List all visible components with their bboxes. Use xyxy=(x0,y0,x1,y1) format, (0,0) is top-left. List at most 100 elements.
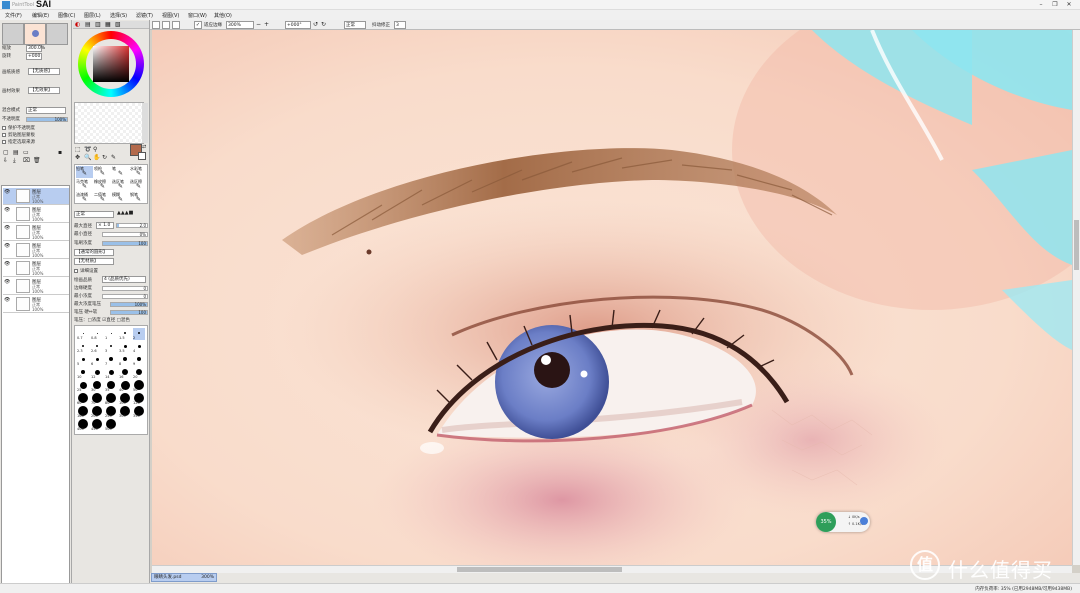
navigator-thumb-left[interactable] xyxy=(2,23,24,45)
swatches-tab-icon[interactable]: ▦ xyxy=(105,21,111,28)
brush-size-cell[interactable]: 2 xyxy=(133,328,145,340)
brush-size-cell[interactable]: 16 xyxy=(119,367,131,379)
visibility-eye-icon[interactable]: 👁 xyxy=(4,279,10,285)
brush-size-cell[interactable]: 350 xyxy=(133,406,145,418)
hand-icon[interactable]: ✋ xyxy=(93,154,100,161)
brush-size-cell[interactable]: 30 xyxy=(91,380,103,392)
tool-slot[interactable]: 水彩笔 ✎ xyxy=(130,166,147,178)
min-density-slider[interactable]: 0 xyxy=(102,294,148,299)
paper-texture-select[interactable]: 【无质感】 xyxy=(28,68,60,75)
brush-size-cell[interactable]: 60 xyxy=(77,393,89,405)
brush-size-cell[interactable]: 40 xyxy=(119,380,131,392)
max-pressure-slider[interactable]: 100% xyxy=(110,302,148,307)
brush-shape-select[interactable]: 【通常的圆形】 xyxy=(74,249,114,256)
layer-menu-icon[interactable]: ▪ xyxy=(58,149,62,156)
accelerate-icon[interactable] xyxy=(860,517,868,525)
layer-item[interactable]: 👁 图层 正常 100% xyxy=(3,188,69,205)
close-button[interactable]: ✕ xyxy=(1062,0,1076,10)
clear-layer-icon[interactable]: ⌧ xyxy=(23,157,30,164)
canvas-vertical-scrollbar[interactable] xyxy=(1072,30,1080,565)
protect-opacity-checkbox[interactable] xyxy=(2,126,6,130)
tool-slot[interactable]: 油漆桶 ✎ xyxy=(76,192,93,204)
tool-slot[interactable]: 选区笔 ✎ xyxy=(112,179,129,191)
canvas-blend-field[interactable]: 正常 xyxy=(344,21,366,29)
brush-size-cell[interactable]: 200 xyxy=(91,406,103,418)
tool-slot[interactable]: 马克笔 ✎ xyxy=(76,179,93,191)
menu-view[interactable]: 视图(V) xyxy=(162,12,179,19)
visibility-eye-icon[interactable]: 👁 xyxy=(4,297,10,303)
brush-size-cell[interactable]: 300 xyxy=(119,406,131,418)
zoom-in-icon[interactable]: + xyxy=(264,21,269,28)
brush-size-cell[interactable]: 160 xyxy=(77,406,89,418)
canvas-deselect-icon[interactable] xyxy=(162,21,170,29)
brush-size-cell[interactable]: 10 xyxy=(77,367,89,379)
eyedropper-icon[interactable]: ✎ xyxy=(111,154,116,161)
transfer-down-icon[interactable]: ⇩ xyxy=(3,157,8,164)
quality-select[interactable]: 4 (品质优先) xyxy=(102,276,146,283)
tool-slot[interactable]: 喷枪 ✎ xyxy=(94,166,111,178)
menu-window[interactable]: 窗口(W) xyxy=(188,12,207,19)
visibility-eye-icon[interactable]: 👁 xyxy=(4,225,10,231)
brush-size-cell[interactable]: 3 xyxy=(105,341,117,353)
layer-item[interactable]: 👁 图层 正常 100% xyxy=(3,260,69,277)
scratchpad[interactable] xyxy=(74,102,144,144)
tool-slot[interactable]: 橡皮擦 ✎ xyxy=(94,179,111,191)
tool-slot[interactable]: 选区擦 ✎ xyxy=(130,179,147,191)
brush-size-cell[interactable]: 3.5 xyxy=(119,341,131,353)
color-wheel[interactable] xyxy=(78,31,144,97)
zoom-value[interactable]: 300.0% xyxy=(26,45,45,52)
maximize-button[interactable]: ❐ xyxy=(1048,0,1062,10)
detail-settings-checkbox[interactable] xyxy=(74,269,78,273)
canvas-angle-field[interactable]: +000° xyxy=(285,21,311,29)
tool-slot[interactable]: 钢笔 ✎ xyxy=(130,192,147,204)
brush-texture-select[interactable]: 【无材质】 xyxy=(74,258,114,265)
brush-size-cell[interactable]: 120 xyxy=(133,393,145,405)
minimize-button[interactable]: – xyxy=(1034,0,1048,10)
brush-size-cell[interactable]: 25 xyxy=(77,380,89,392)
min-size-slider[interactable]: 0% xyxy=(102,232,148,237)
brush-size-cell[interactable]: 7 xyxy=(105,354,117,366)
navigator-preview[interactable] xyxy=(24,23,46,45)
menu-edit[interactable]: 编辑(E) xyxy=(32,12,49,19)
brush-size-cell[interactable]: 250 xyxy=(105,406,117,418)
max-size-multiplier[interactable]: × 1.0 xyxy=(96,222,114,229)
brush-size-cell[interactable]: 5 xyxy=(77,354,89,366)
menu-filter[interactable]: 滤镜(T) xyxy=(136,12,153,19)
brush-blend-select[interactable]: 正常 xyxy=(74,211,114,218)
pressure-options[interactable]: 笔压：□浓度 ☑直径 □混色 xyxy=(74,317,130,324)
brush-size-cell[interactable]: 1 xyxy=(105,328,117,340)
color-sv-square[interactable] xyxy=(93,46,129,82)
canvas-select-all-icon[interactable] xyxy=(152,21,160,29)
layer-item[interactable]: 👁 图层 正常 100% xyxy=(3,206,69,223)
brush-size-cell[interactable]: 100 xyxy=(119,393,131,405)
swap-colors-icon[interactable]: ⇄ xyxy=(142,144,146,150)
canvas-zoom-field[interactable]: 300% xyxy=(226,21,254,29)
new-folder-icon[interactable]: ▭ xyxy=(23,149,29,156)
brush-size-cell[interactable]: 14 xyxy=(105,367,117,379)
magic-wand-icon[interactable]: ⚲ xyxy=(93,146,97,153)
brush-size-cell[interactable]: 400 xyxy=(77,419,89,431)
paper-effect-select[interactable]: 【无效果】 xyxy=(28,87,60,94)
brush-size-cell[interactable]: 0.7 xyxy=(77,328,89,340)
rect-select-icon[interactable]: ⬚ xyxy=(75,146,81,153)
canvas-invert-icon[interactable] xyxy=(172,21,180,29)
brush-size-cell[interactable]: 70 xyxy=(91,393,103,405)
visibility-eye-icon[interactable]: 👁 xyxy=(4,243,10,249)
zoom-out-icon[interactable]: − xyxy=(256,21,261,28)
background-color-swatch[interactable] xyxy=(138,152,146,160)
merge-down-icon[interactable]: ⤓ xyxy=(13,157,16,165)
tool-slot[interactable]: 二值笔 ✎ xyxy=(94,192,111,204)
color-wheel-tab-icon[interactable]: ◐ xyxy=(75,21,80,28)
brush-shape-square-icon[interactable]: ■ xyxy=(129,210,134,216)
max-size-slider[interactable]: 2.0 xyxy=(116,223,148,228)
new-layer-icon[interactable]: ▢ xyxy=(3,149,9,156)
rgb-slider-tab-icon[interactable]: ▤ xyxy=(85,21,91,28)
opacity-slider[interactable]: 100% xyxy=(26,117,68,122)
brush-size-cell[interactable]: 1.5 xyxy=(119,328,131,340)
rotate-left-icon[interactable]: ↺ xyxy=(313,21,318,28)
menu-layer[interactable]: 图层(L) xyxy=(84,12,101,19)
brush-size-cell[interactable]: 50 xyxy=(133,380,145,392)
brush-size-cell[interactable]: 20 xyxy=(133,367,145,379)
brush-size-cell[interactable]: 2.6 xyxy=(91,341,103,353)
layer-item[interactable]: 👁 图层 正常 100% xyxy=(3,296,69,313)
